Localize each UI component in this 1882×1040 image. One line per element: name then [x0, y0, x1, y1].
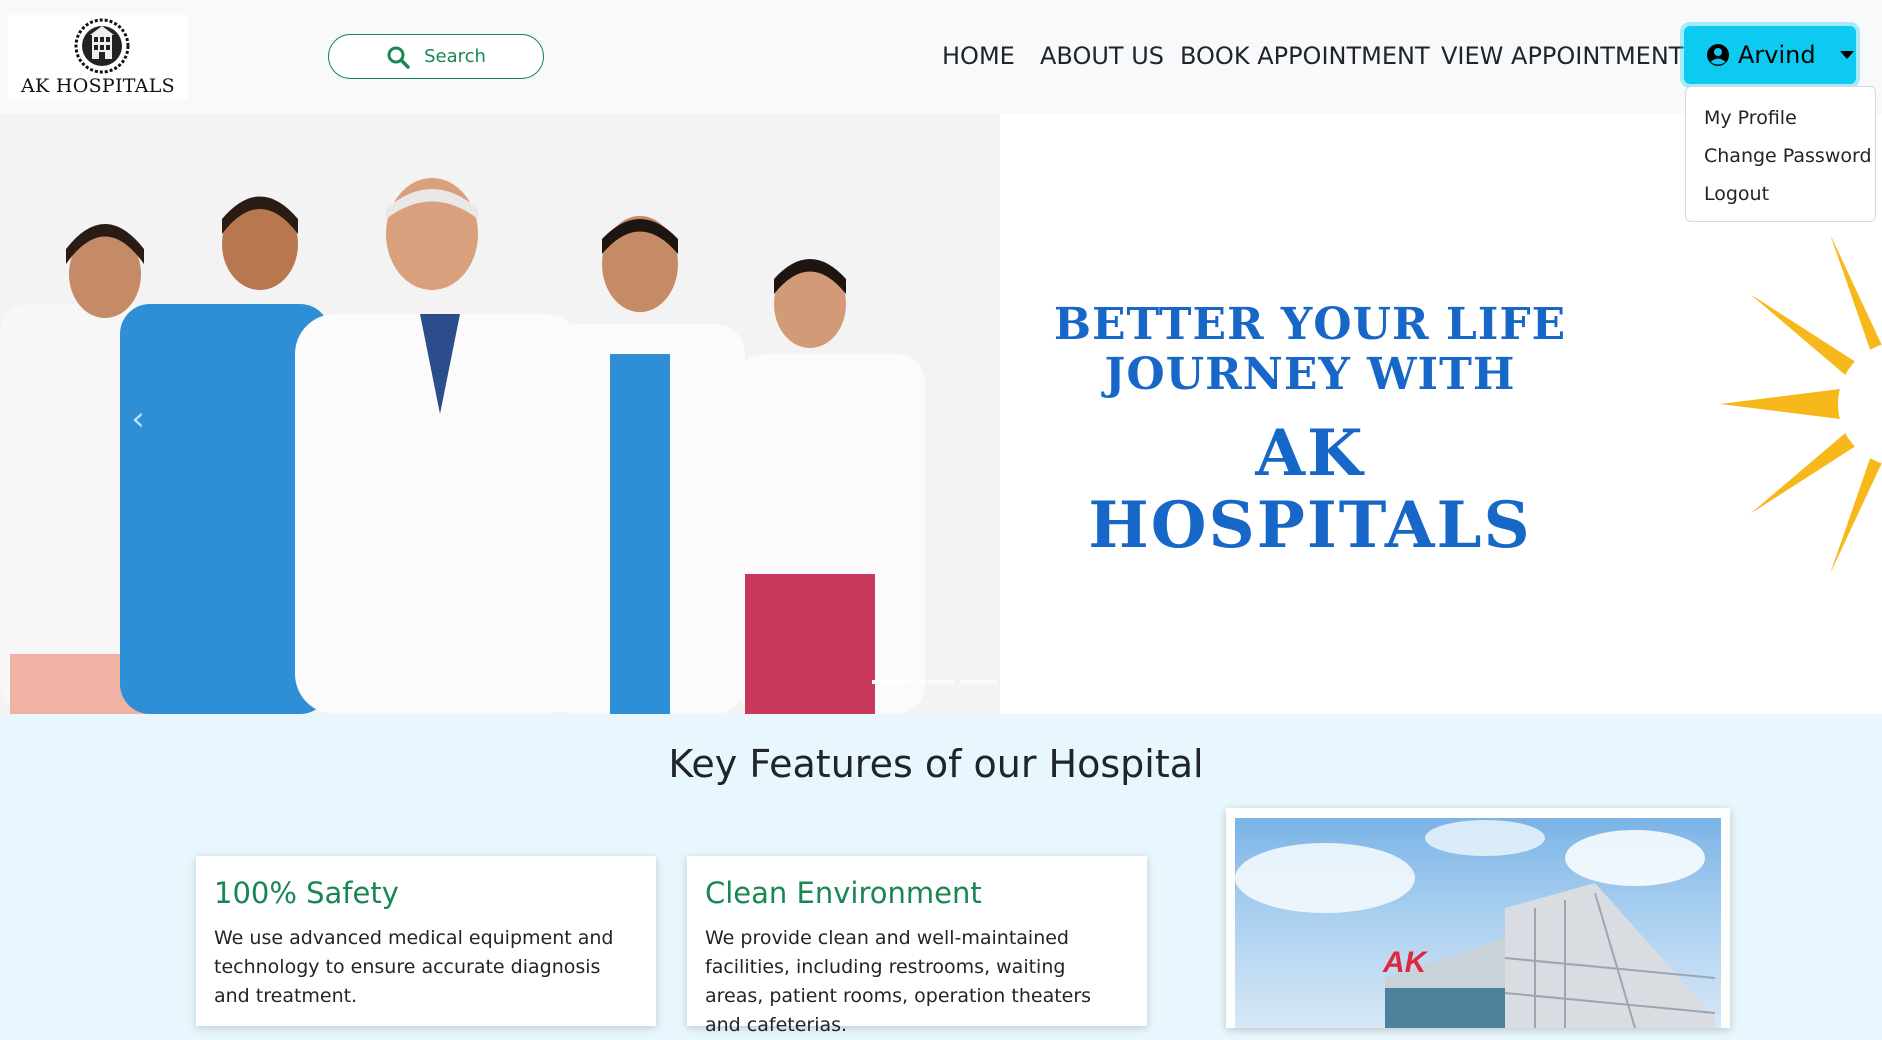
navbar: AK HOSPITALS Search HOME ABOUT US BOOK A… — [0, 0, 1882, 114]
menu-item-my-profile[interactable]: My Profile — [1686, 105, 1875, 143]
user-menu-button[interactable]: Arvind — [1684, 26, 1856, 84]
hospital-emblem-icon — [74, 18, 130, 74]
hero-carousel: BETTER YOUR LIFE JOURNEY WITH AK HOSPITA… — [0, 114, 1882, 714]
nav-book-appointment[interactable]: BOOK APPOINTMENT — [1180, 42, 1430, 70]
carousel-next-button[interactable]: › — [1716, 399, 1756, 439]
hero-headline: BETTER YOUR LIFE JOURNEY WITH AK HOSPITA… — [980, 300, 1640, 562]
search-icon — [387, 46, 410, 69]
nav-view-appointment[interactable]: VIEW APPOINTMENT — [1441, 42, 1683, 70]
carousel-indicators — [872, 680, 998, 684]
carousel-indicator[interactable] — [960, 680, 998, 684]
feature-card-safety: 100% Safety We use advanced medical equi… — [196, 856, 656, 1026]
hero-line-1: BETTER YOUR LIFE — [1053, 299, 1567, 350]
caret-down-icon — [1839, 51, 1854, 59]
hospital-building-card: AK — [1226, 808, 1730, 1028]
nav-about-us[interactable]: ABOUT US — [1040, 42, 1164, 70]
hero-line-4: HOSPITALS — [1088, 488, 1532, 563]
user-circle-icon — [1707, 44, 1729, 66]
feature-card-text: We use advanced medical equipment and te… — [214, 927, 614, 1007]
user-name: Arvind — [1738, 41, 1816, 69]
building-sign-text: AK — [1383, 946, 1427, 979]
carousel-prev-button[interactable]: ‹ — [118, 399, 158, 439]
menu-item-logout[interactable]: Logout — [1686, 181, 1875, 219]
carousel-indicator[interactable] — [872, 680, 910, 684]
logo-text: AK HOSPITALS — [21, 75, 175, 97]
menu-item-change-password[interactable]: Change Password — [1686, 143, 1875, 181]
feature-card-title: Clean Environment — [705, 876, 982, 910]
search-button[interactable]: Search — [328, 34, 544, 79]
hero-line-2: JOURNEY WITH — [1104, 349, 1516, 400]
features-title: Key Features of our Hospital — [668, 742, 1204, 786]
logo[interactable]: AK HOSPITALS — [8, 15, 188, 99]
nav-home[interactable]: HOME — [942, 42, 1015, 70]
user-dropdown-menu: My Profile Change Password Logout — [1685, 86, 1876, 222]
search-label: Search — [424, 46, 486, 67]
carousel-indicator[interactable] — [916, 680, 954, 684]
hospital-building-image: AK — [1235, 818, 1721, 1028]
feature-card-text: We provide clean and well-maintained fac… — [705, 927, 1092, 1036]
feature-card-title: 100% Safety — [214, 876, 399, 910]
feature-card-clean-environment: Clean Environment We provide clean and w… — [687, 856, 1147, 1036]
hero-line-3: AK — [1255, 416, 1365, 491]
